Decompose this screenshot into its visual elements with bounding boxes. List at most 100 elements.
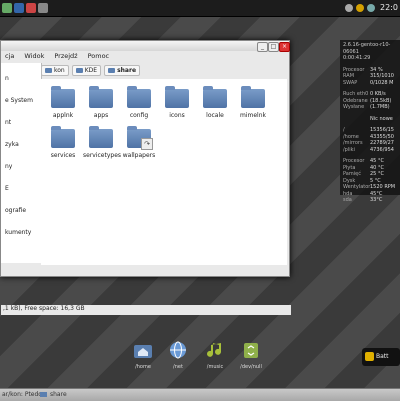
home-folder-icon <box>134 345 152 358</box>
file-manager-window: _ □ × cja Widok Przejdź Pomoc n e System… <box>0 40 293 315</box>
menu-edit[interactable]: cja <box>5 52 14 60</box>
sidebar-item-kde[interactable]: E <box>5 185 9 192</box>
battery-warning-icon <box>365 352 374 361</box>
sidebar-item-photos[interactable]: ografie <box>5 207 26 214</box>
dock-label: /home <box>135 364 151 370</box>
tray-battery-icon[interactable] <box>356 4 364 12</box>
folder-item[interactable]: servicetypes <box>83 126 122 159</box>
folder-icon <box>241 86 265 108</box>
terminal-icon[interactable] <box>14 3 24 13</box>
monitor-key <box>343 116 370 123</box>
folder-item[interactable]: mimelnk <box>235 86 271 119</box>
monitor-value: 0/1028 M <box>370 79 394 86</box>
tray-network-icon[interactable] <box>345 4 353 12</box>
crumb-kon[interactable]: kon <box>41 65 69 76</box>
folder-item[interactable]: apps <box>83 86 119 119</box>
dock: /home /net /music /dev/null <box>128 340 278 382</box>
monitor-key: Wysłane <box>343 104 365 110</box>
sidebar-item-music[interactable]: zyka <box>5 141 19 148</box>
folder-icon <box>75 68 83 73</box>
sidebar-item-home[interactable]: n <box>5 75 9 82</box>
sidebar-item-trash[interactable]: ny <box>5 163 12 170</box>
clock[interactable]: 22:0 <box>380 3 398 12</box>
monitor-row: SWAP 0/1028 M <box>343 80 400 87</box>
dock-item-trash[interactable]: /dev/null <box>236 340 266 370</box>
sidebar-item-network[interactable]: nt <box>5 119 11 126</box>
folder-icon <box>51 126 75 148</box>
monitor-key: SWAP <box>343 79 358 86</box>
window-titlebar[interactable]: _ □ × <box>1 41 290 52</box>
folder-label: apps <box>93 112 109 119</box>
folder-label: icons <box>169 112 185 119</box>
dock-label: /net <box>173 364 183 370</box>
folder-label: applnk <box>52 112 74 119</box>
crumb-share[interactable]: share <box>104 65 141 76</box>
file-view: applnk apps config icons locale mimelnk servic… <box>41 79 287 265</box>
places-sidebar: n e System nt zyka ny E ografie kumenty <box>1 63 42 263</box>
crumb-label: KDE <box>84 67 98 74</box>
monitor-row: /pliki 4736/954 <box>343 147 400 154</box>
folder-label: wallpapers <box>122 152 156 159</box>
monitor-value: 33°C <box>370 197 383 203</box>
tray-volume-icon[interactable] <box>367 4 375 12</box>
top-panel: 22:0 <box>0 0 400 17</box>
browser-icon[interactable] <box>26 3 36 13</box>
menu-help[interactable]: Pomoc <box>88 52 110 60</box>
crumb-label: kon <box>54 67 65 74</box>
dock-label: /dev/null <box>240 364 262 370</box>
folder-icon <box>127 126 153 150</box>
monitor-row: sda 33°C <box>343 197 400 204</box>
folder-item[interactable]: locale <box>197 86 233 119</box>
dock-label: /music <box>206 364 224 370</box>
monitor-kernel: 2.6.16-gentoo-r10-06061 <box>343 42 391 55</box>
monitor-value: Nic nowe <box>370 115 393 122</box>
breadcrumb: kon KDE share <box>41 65 141 76</box>
folder-icon <box>165 86 189 108</box>
folder-label: services <box>50 152 76 159</box>
sidebar-item-documents[interactable]: kumenty <box>5 229 31 236</box>
menu-go[interactable]: Przejdź <box>54 52 77 60</box>
taskbar: ar/kon: Ptedo share <box>0 388 400 401</box>
dock-item-music[interactable]: /music <box>200 340 230 370</box>
app-launcher-icon[interactable] <box>2 3 12 13</box>
menu-view[interactable]: Widok <box>24 52 44 60</box>
folder-item[interactable]: applnk <box>45 86 81 119</box>
folder-label: mimelnk <box>240 112 266 119</box>
folder-icon <box>108 68 116 73</box>
folder-item[interactable]: icons <box>159 86 195 119</box>
monitor-key: /pliki <box>343 146 355 153</box>
monitor-key: sda <box>343 197 352 203</box>
folder-label: config <box>129 112 149 119</box>
dock-item-home[interactable]: /home <box>128 340 158 370</box>
system-monitor: 2.6.16-gentoo-r10-06061 0:00:41:29 Proce… <box>340 40 400 203</box>
folder-icon <box>45 68 52 73</box>
dock-item-net[interactable]: /net <box>163 340 193 370</box>
folder-icon <box>127 86 151 108</box>
battery-notification[interactable]: Batt <box>362 348 400 366</box>
music-note-icon <box>207 343 221 357</box>
crumb-kde[interactable]: KDE <box>71 65 102 76</box>
folder-item[interactable]: config <box>121 86 157 119</box>
folder-item[interactable]: services <box>45 126 81 159</box>
folder-label: servicetypes <box>83 152 122 159</box>
monitor-value: (1.7MB) <box>370 104 390 110</box>
monitor-row: Nic nowe <box>343 116 400 123</box>
monitor-value: 4736/954 <box>370 146 394 153</box>
menu-bar: cja Widok Przejdź Pomoc <box>1 51 293 61</box>
status-bar: ,1 kB), Free space: 16,3 GB <box>1 305 291 315</box>
notification-text: Batt <box>376 353 389 360</box>
folder-icon <box>89 86 113 108</box>
taskbar-path: ar/kon: Ptedo <box>2 391 42 398</box>
crumb-label: share <box>117 67 137 74</box>
sidebar-item-system[interactable]: e System <box>5 97 33 104</box>
file-manager-icon[interactable] <box>38 3 48 13</box>
folder-label: locale <box>206 112 224 119</box>
taskbar-task-share[interactable]: share <box>50 391 67 398</box>
folder-icon <box>40 392 47 397</box>
trash-icon <box>244 343 258 358</box>
folder-icon <box>89 126 113 148</box>
network-globe-icon <box>170 341 186 359</box>
folder-item[interactable]: wallpapers <box>121 126 157 159</box>
folder-icon <box>203 86 227 108</box>
folder-icon <box>51 86 75 108</box>
